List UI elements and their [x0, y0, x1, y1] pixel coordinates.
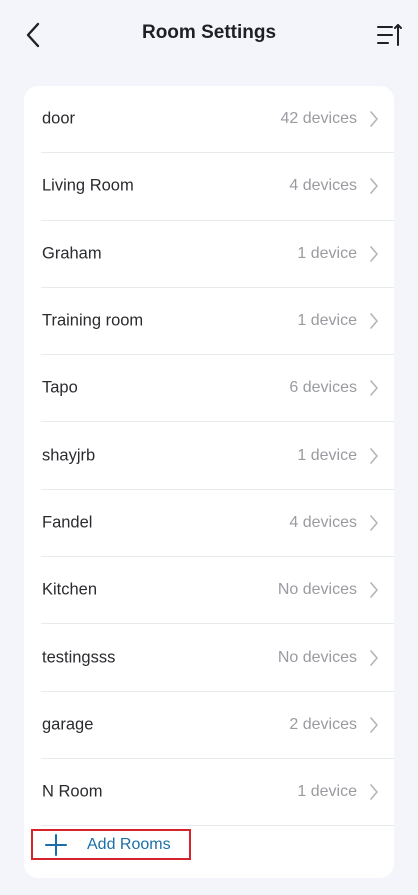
room-name: Tapo	[42, 378, 78, 397]
sort-list-icon	[377, 24, 402, 46]
room-device-count: 4 devices	[289, 513, 357, 531]
add-rooms-button[interactable]: Add Rooms	[31, 829, 191, 860]
room-name: Fandel	[42, 513, 93, 532]
plus-icon	[45, 833, 67, 856]
chevron-right-icon	[370, 582, 378, 599]
chevron-right-icon	[370, 784, 378, 800]
chevron-right-icon	[370, 717, 378, 733]
room-row[interactable]: garage 2 devices	[41, 692, 394, 759]
room-row[interactable]: shayjrb 1 device	[41, 422, 394, 490]
room-name: door	[42, 109, 76, 128]
room-row[interactable]: door 42 devices	[41, 86, 394, 154]
room-row[interactable]: Kitchen No devices	[41, 557, 394, 625]
sort-button[interactable]	[374, 18, 406, 52]
chevron-right-icon	[370, 313, 378, 329]
chevron-right-icon	[370, 447, 378, 464]
room-name: Graham	[42, 244, 102, 263]
room-list: door 42 devices Living Room 4 devices Graham…	[41, 86, 394, 827]
room-row[interactable]: Fandel 4 devices	[41, 490, 394, 558]
room-name: Kitchen	[42, 580, 98, 599]
room-device-count: 42 devices	[280, 110, 358, 128]
chevron-right-icon	[370, 649, 378, 666]
chevron-right-icon	[370, 178, 378, 195]
room-name: garage	[42, 715, 94, 734]
rooms-card: door 42 devices Living Room 4 devices Graham…	[24, 86, 394, 878]
room-device-count: 1 device	[297, 446, 357, 464]
room-device-count: 1 device	[297, 244, 357, 262]
chevron-right-icon	[370, 380, 378, 397]
room-name: testingsss	[42, 648, 116, 667]
room-row[interactable]: N Room 1 device	[41, 759, 394, 827]
chevron-right-icon	[370, 515, 378, 531]
room-row[interactable]: testingsss No devices	[41, 624, 394, 692]
room-device-count: 4 devices	[289, 177, 357, 195]
chevron-right-icon	[370, 245, 378, 262]
room-device-count: No devices	[277, 648, 357, 666]
room-device-count: 1 device	[297, 312, 357, 330]
room-row[interactable]: Living Room 4 devices	[41, 153, 394, 221]
room-device-count: 6 devices	[289, 379, 357, 397]
room-device-count: No devices	[277, 581, 357, 599]
room-row[interactable]: Training room 1 device	[41, 288, 394, 356]
room-row[interactable]: Graham 1 device	[41, 221, 394, 288]
room-name: Living Room	[42, 176, 134, 195]
page-title: Room Settings	[141, 22, 277, 43]
room-name: shayjrb	[42, 446, 96, 465]
header: Room Settings	[0, 0, 418, 72]
add-rooms-label: Add Rooms	[87, 835, 171, 853]
room-device-count: 2 devices	[289, 715, 357, 733]
room-device-count: 1 device	[297, 783, 357, 801]
room-name: Training room	[42, 311, 144, 330]
chevron-right-icon	[370, 111, 378, 127]
room-name: N Room	[42, 782, 103, 801]
room-row[interactable]: Tapo 6 devices	[41, 355, 394, 423]
